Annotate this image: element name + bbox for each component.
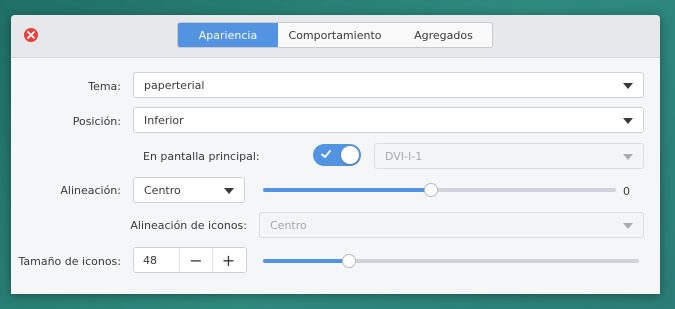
alignment-select[interactable]: Centro [133,177,245,203]
chevron-down-icon [623,118,633,124]
alignment-label: Alineación: [60,184,121,197]
chevron-down-icon [224,188,234,194]
tab-apariencia[interactable]: Apariencia [178,23,278,47]
close-button[interactable] [24,28,38,42]
tab-agregados[interactable]: Agregados [393,23,492,47]
icon-size-slider[interactable] [263,251,639,269]
check-icon [321,150,331,158]
slider-thumb[interactable] [342,254,357,268]
toggle-knob [341,146,359,164]
position-select[interactable]: Inferior [133,107,644,133]
close-icon [27,31,35,39]
decrement-button[interactable]: − [180,248,212,272]
alignment-slider[interactable] [263,180,616,198]
theme-select[interactable]: paperterial [133,72,644,98]
icon-size-label: Tamaño de iconos: [18,255,121,268]
position-label: Posición: [72,115,121,128]
tab-bar: Apariencia Comportamiento Agregados [177,22,493,48]
position-value: Inferior [144,113,184,127]
primary-display-label: En pantalla principal: [143,150,260,163]
chevron-down-icon [623,154,633,160]
settings-window: Apariencia Comportamiento Agregados Tema… [11,15,660,294]
icon-alignment-select: Centro [259,212,644,238]
monitor-value: DVI-I-1 [385,149,423,163]
slider-thumb[interactable] [423,183,438,197]
increment-button[interactable]: + [212,248,244,272]
icon-size-stepper: 48 − + [133,247,247,273]
alignment-value: Centro [144,183,181,197]
theme-label: Tema: [88,80,121,93]
titlebar: Apariencia Comportamiento Agregados [11,15,660,58]
icon-size-input[interactable]: 48 [134,248,180,272]
icon-alignment-value: Centro [270,218,307,232]
alignment-slider-value: 0 [623,185,630,198]
icon-alignment-label: Alineación de iconos: [130,219,247,232]
slider-fill [263,188,431,192]
primary-display-toggle[interactable] [313,144,361,166]
slider-fill [263,259,350,263]
tab-comportamiento[interactable]: Comportamiento [278,23,393,47]
monitor-select: DVI-I-1 [374,143,644,169]
chevron-down-icon [623,83,633,89]
chevron-down-icon [623,223,633,229]
theme-value: paperterial [144,78,205,92]
